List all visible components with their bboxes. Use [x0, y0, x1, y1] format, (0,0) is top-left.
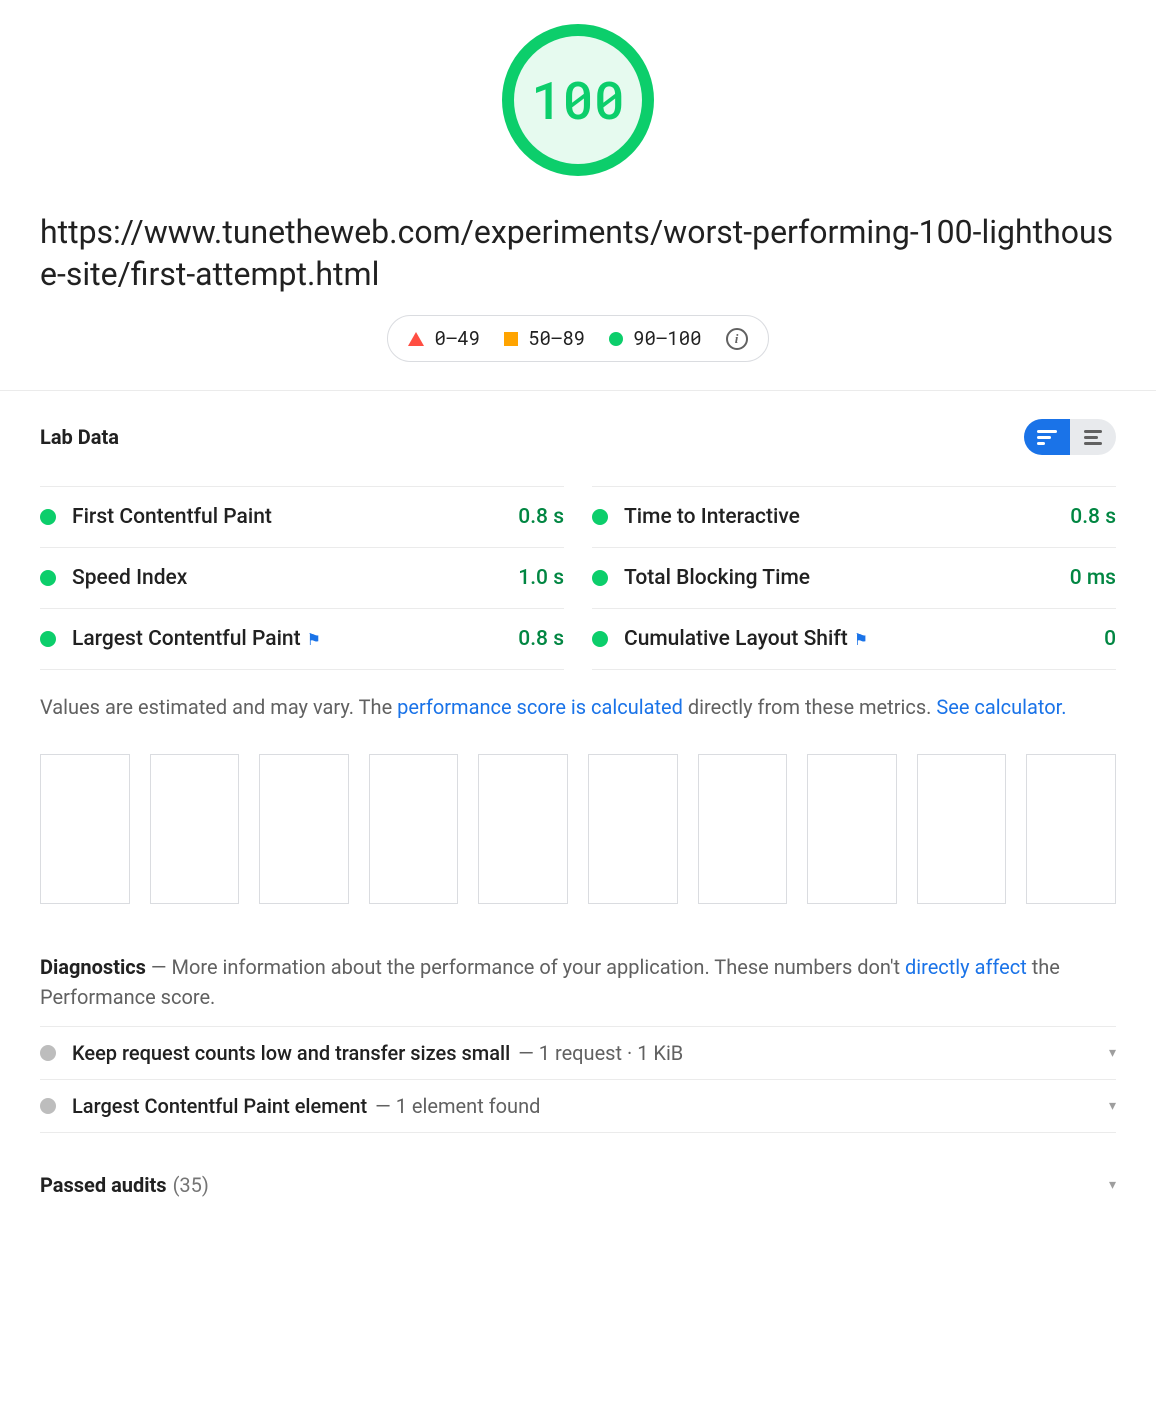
score-gauge: 100: [502, 24, 654, 176]
pass-dot-icon: [592, 631, 608, 647]
score-legend: 0–49 50–89 90–100 i: [387, 315, 768, 362]
square-icon: [504, 332, 518, 346]
filmstrip-frame[interactable]: [40, 754, 130, 903]
view-expanded-button[interactable]: [1070, 419, 1116, 455]
legend-average: 50–89: [504, 326, 585, 351]
diagnostics-sub-prefix: — More information about the performance…: [146, 955, 905, 979]
passed-audits-row[interactable]: Passed audits (35) ▾: [40, 1133, 1116, 1221]
diagnostic-detail: — 1 element found: [375, 1094, 540, 1118]
legend-pass-label: 90–100: [633, 326, 701, 351]
pass-dot-icon: [592, 570, 608, 586]
pass-dot-icon: [40, 631, 56, 647]
filmstrip-frame[interactable]: [369, 754, 459, 903]
diagnostic-detail: — 1 request · 1 KiB: [518, 1041, 683, 1065]
diagnostic-row[interactable]: Largest Contentful Paint element — 1 ele…: [40, 1079, 1116, 1133]
passed-count: (35): [173, 1173, 209, 1197]
metric-row[interactable]: Time to Interactive0.8 s: [592, 486, 1116, 548]
metric-value: 0.8 s: [518, 627, 564, 651]
filmstrip: [40, 744, 1116, 943]
info-dot-icon: [40, 1098, 56, 1114]
metric-value: 0.8 s: [1070, 505, 1116, 529]
disclaimer-prefix: Values are estimated and may vary. The: [40, 695, 397, 719]
metric-row[interactable]: Speed Index1.0 s: [40, 547, 564, 609]
metric-value: 0 ms: [1070, 566, 1116, 590]
metric-name: Largest Contentful Paint ⚑: [72, 627, 518, 651]
info-dot-icon: [40, 1045, 56, 1061]
directly-affect-link[interactable]: directly affect: [905, 955, 1027, 979]
metric-name: Speed Index: [72, 566, 518, 590]
metric-row[interactable]: Largest Contentful Paint ⚑0.8 s: [40, 608, 564, 670]
triangle-icon: [408, 332, 424, 346]
filmstrip-frame[interactable]: [698, 754, 788, 903]
metric-row[interactable]: Cumulative Layout Shift ⚑0: [592, 608, 1116, 670]
metric-value: 0: [1104, 627, 1116, 651]
filmstrip-frame[interactable]: [588, 754, 678, 903]
view-toggle: [1024, 419, 1116, 455]
metrics-disclaimer: Values are estimated and may vary. The p…: [40, 670, 1116, 744]
metric-name: Total Blocking Time: [624, 566, 1070, 590]
metric-row[interactable]: First Contentful Paint0.8 s: [40, 486, 564, 548]
lines-icon: [1084, 430, 1102, 445]
tested-url: https://www.tunetheweb.com/experiments/w…: [40, 212, 1116, 295]
filmstrip-frame[interactable]: [259, 754, 349, 903]
flag-icon: ⚑: [307, 630, 321, 649]
info-icon[interactable]: i: [726, 328, 748, 350]
passed-label: Passed audits: [40, 1173, 167, 1197]
metric-name: Cumulative Layout Shift ⚑: [624, 627, 1104, 651]
calculator-link[interactable]: See calculator.: [936, 695, 1066, 719]
pass-dot-icon: [40, 509, 56, 525]
metric-name: Time to Interactive: [624, 505, 1070, 529]
score-value: 100: [531, 66, 625, 134]
legend-avg-label: 50–89: [528, 326, 585, 351]
filmstrip-frame[interactable]: [150, 754, 240, 903]
labdata-heading: Lab Data: [40, 425, 119, 449]
diagnostic-label: Largest Contentful Paint element: [72, 1094, 367, 1118]
legend-fail-label: 0–49: [434, 326, 480, 351]
diagnostics-title: Diagnostics: [40, 955, 146, 979]
metric-value: 0.8 s: [518, 505, 564, 529]
metric-name: First Contentful Paint: [72, 505, 518, 529]
circle-icon: [609, 332, 623, 346]
filmstrip-frame[interactable]: [1026, 754, 1116, 903]
diagnostic-label: Keep request counts low and transfer siz…: [72, 1041, 510, 1065]
chevron-down-icon: ▾: [1109, 1098, 1116, 1114]
legend-pass: 90–100: [609, 326, 701, 351]
score-calc-link[interactable]: performance score is calculated: [397, 695, 683, 719]
disclaimer-mid: directly from these metrics.: [683, 695, 936, 719]
filmstrip-frame[interactable]: [807, 754, 897, 903]
filmstrip-frame[interactable]: [478, 754, 568, 903]
view-condensed-button[interactable]: [1024, 419, 1070, 455]
diagnostics-heading: Diagnostics — More information about the…: [40, 944, 1116, 1026]
metric-row[interactable]: Total Blocking Time0 ms: [592, 547, 1116, 609]
bars-icon: [1037, 430, 1057, 445]
diagnostic-row[interactable]: Keep request counts low and transfer siz…: [40, 1026, 1116, 1079]
pass-dot-icon: [40, 570, 56, 586]
metric-value: 1.0 s: [518, 566, 564, 590]
chevron-down-icon: ▾: [1109, 1045, 1116, 1061]
filmstrip-frame[interactable]: [917, 754, 1007, 903]
legend-fail: 0–49: [408, 326, 480, 351]
flag-icon: ⚑: [854, 630, 868, 649]
pass-dot-icon: [592, 509, 608, 525]
chevron-down-icon: ▾: [1109, 1177, 1116, 1193]
